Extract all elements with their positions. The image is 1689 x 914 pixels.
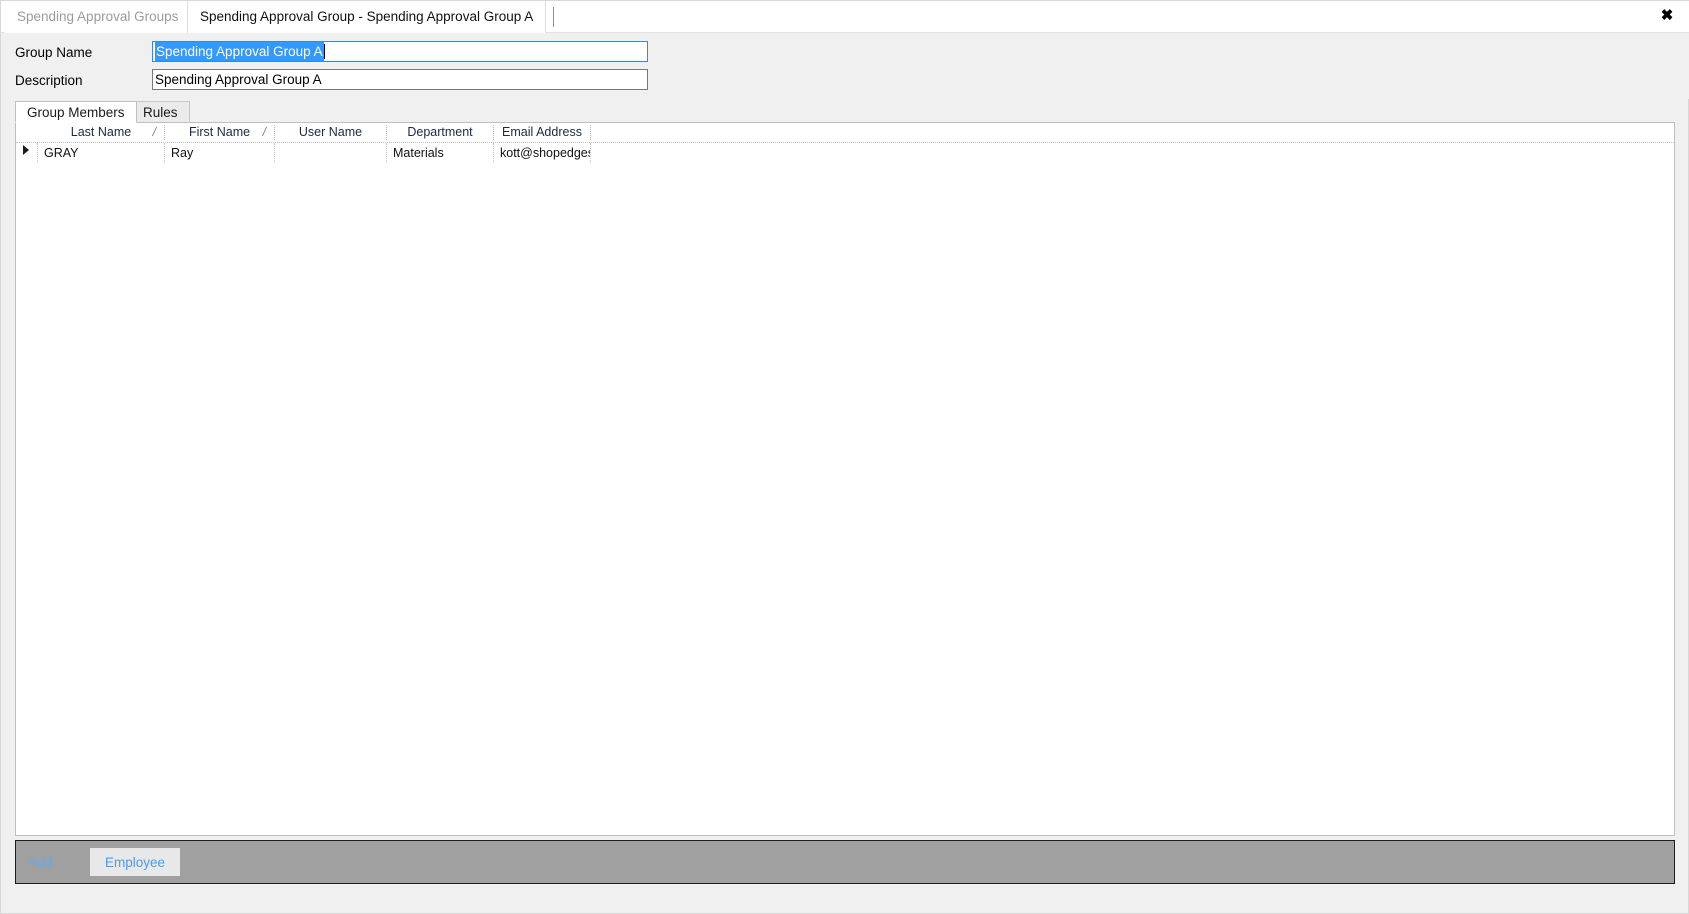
column-header-user-name-label: User Name [298, 125, 363, 139]
column-header-user-name[interactable]: User Name [275, 123, 386, 142]
grid-header-row: Last Name / First Name / User Name Depar… [16, 123, 1674, 143]
column-header-first-name-label: First Name [188, 125, 251, 139]
column-header-department[interactable]: Department [387, 123, 493, 142]
description-label: Description [15, 73, 83, 88]
group-name-selected-text: Spending Approval Group A [155, 42, 324, 61]
column-header-last-name[interactable]: Last Name / [38, 123, 164, 142]
sub-tab-group-members[interactable]: Group Members [15, 101, 137, 123]
cell-first-name: Ray [171, 146, 194, 160]
group-name-input[interactable]: Spending Approval Group A [152, 41, 648, 62]
column-header-department-label: Department [407, 125, 473, 139]
sort-indicator-icon: / [152, 125, 156, 139]
cell-email-address: kott@shopedgeso [500, 146, 590, 160]
cell-separator [590, 143, 592, 163]
add-label: Add ... [28, 855, 68, 870]
description-input[interactable]: Spending Approval Group A [152, 69, 648, 90]
text-caret [323, 44, 325, 59]
sort-indicator-icon: / [262, 125, 266, 139]
cell-last-name: GRAY [44, 146, 79, 160]
form-area: Group Name Spending Approval Group A Des… [2, 33, 1689, 99]
header-separator[interactable] [590, 125, 592, 140]
group-members-grid: Last Name / First Name / User Name Depar… [15, 122, 1675, 836]
sub-tab-rules[interactable]: Rules [131, 101, 190, 123]
top-tab-strip: Spending Approval Groups Spending Approv… [1, 1, 1689, 33]
row-selector-arrow-icon [23, 145, 29, 155]
action-bar: Add ... Employee [15, 840, 1675, 884]
column-header-last-name-label: Last Name [70, 125, 132, 139]
add-employee-button[interactable]: Employee [90, 848, 181, 876]
application-window: Spending Approval Groups Spending Approv… [0, 0, 1689, 914]
column-header-first-name[interactable]: First Name / [165, 123, 274, 142]
cell-department: Materials [393, 146, 444, 160]
close-icon[interactable]: ✖ [1650, 1, 1684, 31]
top-tab-spending-approval-group-a[interactable]: Spending Approval Group - Spending Appro… [187, 1, 547, 33]
top-tab-spending-approval-groups[interactable]: Spending Approval Groups [5, 1, 191, 33]
cell-user-name [275, 143, 386, 163]
column-header-email-address-label: Email Address [502, 125, 582, 139]
table-row[interactable]: GRAY Ray Materials kott@shopedgeso [16, 143, 1674, 163]
tab-strip-caret [553, 7, 554, 27]
column-header-email-address[interactable]: Email Address [494, 123, 590, 142]
group-name-label: Group Name [15, 45, 93, 60]
